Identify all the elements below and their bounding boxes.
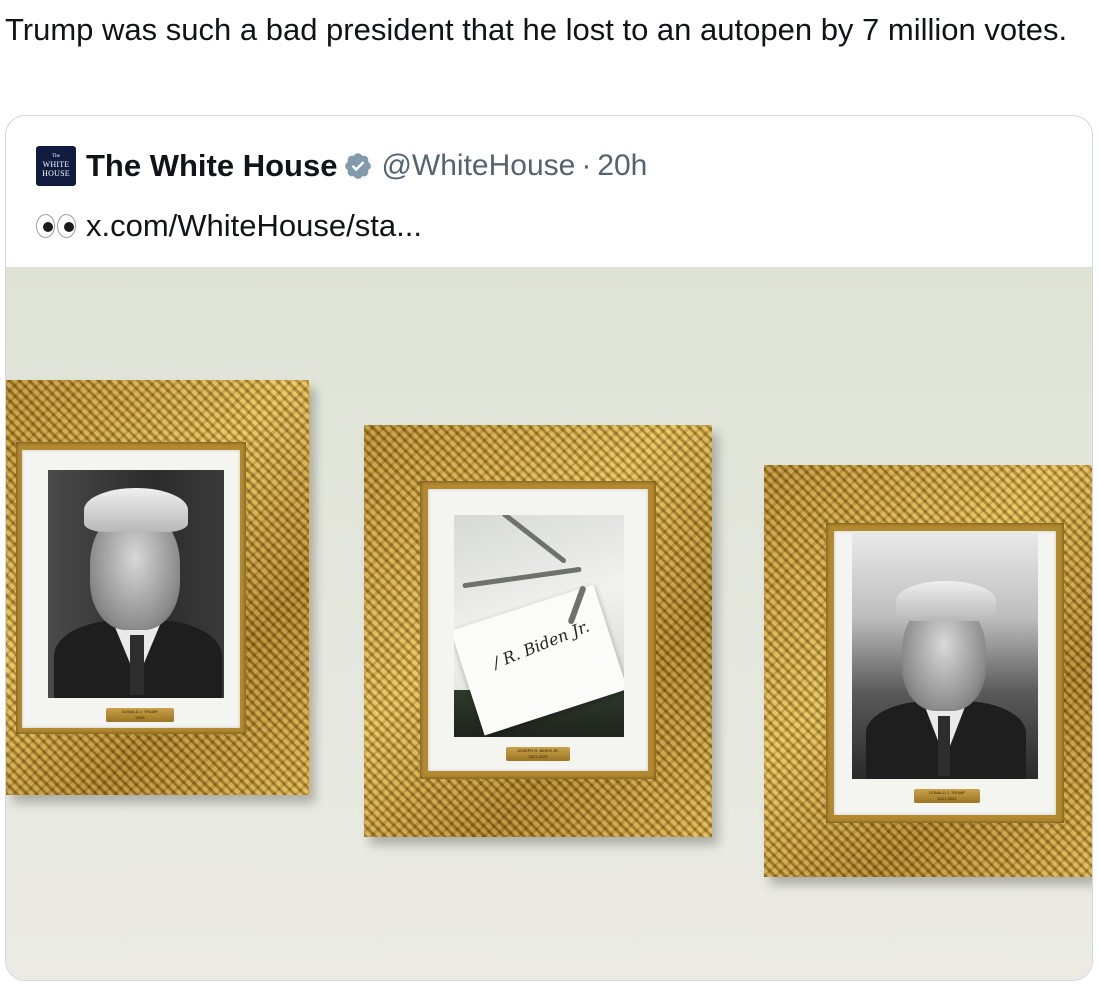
avatar[interactable]: The WHITE HOUSE <box>36 146 76 186</box>
mat-right: DONALD J. TRUMP 2017-2021 <box>834 531 1056 815</box>
separator-dot: · <box>581 149 592 182</box>
gold-frame-center: / R. Biden Jr. JOSEPH R. BIDEN JR. 2021-… <box>364 425 712 837</box>
quoted-post-body: x.com/WhiteHouse/sta... <box>36 204 422 248</box>
quoted-post-card[interactable]: The WHITE HOUSE The White House @WhiteHo… <box>5 115 1093 981</box>
nameplate-center-line2: 2021-2025 <box>528 754 548 759</box>
avatar-text-line2: HOUSE <box>42 169 70 178</box>
eyes-emoji-icon <box>36 214 76 238</box>
portrait-photo-right <box>852 531 1038 779</box>
mat-center: / R. Biden Jr. JOSEPH R. BIDEN JR. 2021-… <box>428 489 648 771</box>
nameplate-right: DONALD J. TRUMP 2017-2021 <box>914 789 980 803</box>
avatar-text-line1: WHITE <box>42 160 70 169</box>
portrait-photo-left <box>48 470 224 698</box>
nameplate-center: JOSEPH R. BIDEN JR. 2021-2025 <box>506 747 570 761</box>
gold-frame-left: DONALD J. TRUMP 2025 <box>6 380 309 795</box>
autopen-photo: / R. Biden Jr. <box>454 515 624 737</box>
verified-badge-icon <box>345 153 372 179</box>
post-text: Trump was such a bad president that he l… <box>5 12 1068 47</box>
post-image[interactable]: DONALD J. TRUMP 2025 / R. Biden Jr. JOSE… <box>6 267 1092 980</box>
quoted-link[interactable]: x.com/WhiteHouse/sta... <box>86 208 422 244</box>
quoted-post-header: The WHITE HOUSE The White House @WhiteHo… <box>36 144 647 188</box>
nameplate-left-line2: 2025 <box>135 715 145 720</box>
post-time[interactable]: 20h <box>597 149 647 183</box>
gold-frame-right: DONALD J. TRUMP 2017-2021 <box>764 465 1092 877</box>
author-name[interactable]: The White House <box>86 148 337 184</box>
nameplate-left: DONALD J. TRUMP 2025 <box>106 708 174 722</box>
author-handle[interactable]: @WhiteHouse <box>381 149 575 183</box>
mat-left: DONALD J. TRUMP 2025 <box>22 450 240 728</box>
nameplate-right-line2: 2017-2021 <box>937 796 957 801</box>
